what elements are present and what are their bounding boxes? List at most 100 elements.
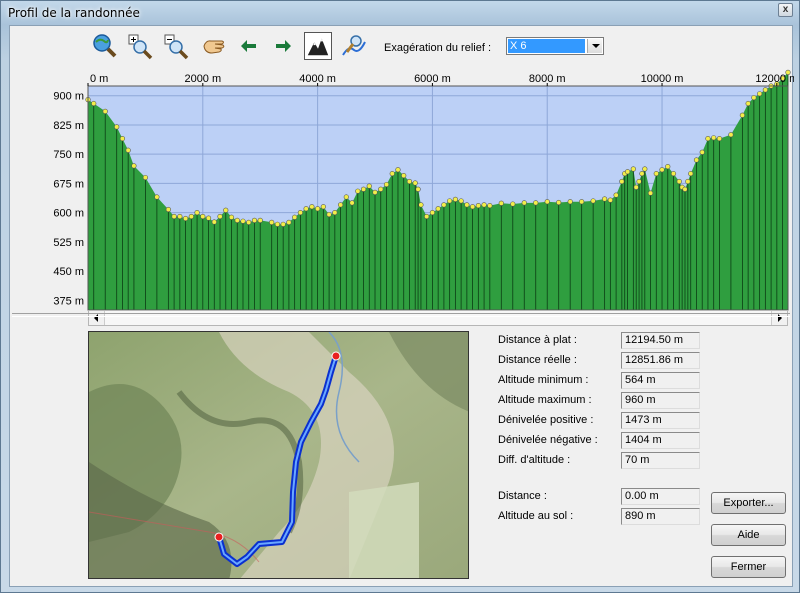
elevation-point xyxy=(665,164,671,170)
elevation-point xyxy=(309,204,315,210)
elevation-point xyxy=(521,200,527,206)
elevation-point xyxy=(636,178,642,185)
path-tool-icon xyxy=(342,35,366,56)
elevation-point xyxy=(142,174,149,181)
route-map[interactable] xyxy=(88,331,469,579)
elevation-point xyxy=(188,213,194,220)
elevation-point xyxy=(320,204,326,210)
elevation-point xyxy=(693,157,700,163)
elevation-point xyxy=(228,214,235,220)
elevation-point xyxy=(464,202,470,208)
stat-label: Distance à plat : xyxy=(498,334,577,346)
elevation-point xyxy=(633,184,639,190)
elevation-point xyxy=(688,171,694,177)
elevation-point xyxy=(177,213,183,220)
exaggeration-select[interactable]: X 6 xyxy=(506,37,604,55)
panel-splitter[interactable] xyxy=(12,313,790,317)
elevation-point xyxy=(119,135,126,142)
elevation-point xyxy=(355,188,361,194)
elevation-point xyxy=(182,215,189,222)
y-tick-label: 825 m xyxy=(53,120,84,132)
elevation-point xyxy=(292,214,298,220)
help-button[interactable]: Aide xyxy=(711,524,786,546)
elevation-point xyxy=(579,199,585,205)
x-tick-label: 12000 m xyxy=(755,73,794,85)
pan-button[interactable] xyxy=(200,32,228,60)
elevation-point xyxy=(240,218,246,224)
next-button[interactable] xyxy=(270,32,298,60)
stat-value: 12851.86 m xyxy=(621,352,700,369)
elevation-point xyxy=(498,200,504,206)
previous-button[interactable] xyxy=(236,32,264,60)
exaggeration-label: Exagération du relief : xyxy=(384,42,492,54)
elevation-point xyxy=(624,169,631,175)
arrow-right-icon xyxy=(276,40,291,52)
elevation-point xyxy=(349,200,355,206)
zoom-fit-button[interactable] xyxy=(90,32,118,60)
close-window-button[interactable]: x xyxy=(778,3,793,17)
y-tick-label: 750 m xyxy=(53,149,84,161)
y-tick-label: 525 m xyxy=(53,237,84,249)
elevation-point xyxy=(343,194,349,200)
elevation-point xyxy=(269,219,275,225)
elevation-point xyxy=(728,132,734,138)
elevation-point xyxy=(297,210,303,216)
elevation-point xyxy=(762,87,768,93)
elevation-point xyxy=(682,186,688,192)
elevation-point xyxy=(619,178,625,185)
elevation-point xyxy=(200,213,206,220)
elevation-point xyxy=(607,197,613,203)
elevation-point xyxy=(251,217,258,223)
elevation-point xyxy=(567,199,573,205)
elevation-profile-chart[interactable]: 0 m 2000 m 4000 m 6000 m 8000 m 10000 m 12000 … xyxy=(10,66,794,311)
elevation-point xyxy=(544,199,550,205)
chevron-down-icon[interactable] xyxy=(587,39,602,53)
elevation-point xyxy=(556,199,562,206)
elevation-point xyxy=(533,200,539,206)
cursor-label: Distance : xyxy=(498,490,547,502)
close-button[interactable]: Fermer xyxy=(711,556,786,578)
elevation-point xyxy=(303,206,309,212)
elevation-point xyxy=(441,202,447,208)
stat-value: 564 m xyxy=(621,372,700,389)
export-button[interactable]: Exporter... xyxy=(711,492,786,514)
zoom-out-button[interactable] xyxy=(162,32,190,60)
elevation-point xyxy=(676,178,682,185)
relief-view-button[interactable] xyxy=(304,32,332,60)
pan-hand-icon xyxy=(203,40,225,54)
elevation-point xyxy=(194,210,200,216)
stat-value: 960 m xyxy=(621,392,700,409)
elevation-point xyxy=(246,219,252,225)
elevation-point xyxy=(510,201,516,207)
elevation-point xyxy=(415,186,421,192)
stat-label: Diff. d'altitude : xyxy=(498,454,571,466)
elevation-point xyxy=(217,213,223,220)
elevation-profile-panel: 0 m 2000 m 4000 m 6000 m 8000 m 10000 m 12000 … xyxy=(10,66,794,326)
elevation-point xyxy=(429,210,436,216)
elevation-point xyxy=(401,172,407,179)
elevation-point xyxy=(378,186,384,192)
elevation-point xyxy=(630,166,636,172)
elevation-point xyxy=(171,213,177,220)
profile-window: Profil de la randonnée x Exagération du … xyxy=(0,0,800,593)
elevation-point xyxy=(745,100,751,107)
zoom-in-button[interactable] xyxy=(126,32,154,60)
path-tool-button[interactable] xyxy=(340,32,368,60)
elevation-point xyxy=(211,219,217,225)
elevation-point xyxy=(739,112,745,118)
y-tick-label: 375 m xyxy=(53,295,84,307)
elevation-point xyxy=(337,202,344,208)
elevation-point xyxy=(274,221,281,227)
elevation-point xyxy=(699,149,705,155)
stat-value: 12194.50 m xyxy=(621,332,700,349)
y-tick-label: 450 m xyxy=(53,266,84,278)
title-bar[interactable]: Profil de la randonnée x xyxy=(1,1,799,25)
elevation-point xyxy=(389,171,395,177)
elevation-point xyxy=(315,206,321,212)
stat-value: 1404 m xyxy=(621,432,700,449)
elevation-point xyxy=(114,124,120,130)
elevation-point xyxy=(435,206,441,212)
elevation-point xyxy=(326,211,332,218)
elevation-point xyxy=(154,194,160,200)
zoom-out-icon xyxy=(164,34,189,60)
